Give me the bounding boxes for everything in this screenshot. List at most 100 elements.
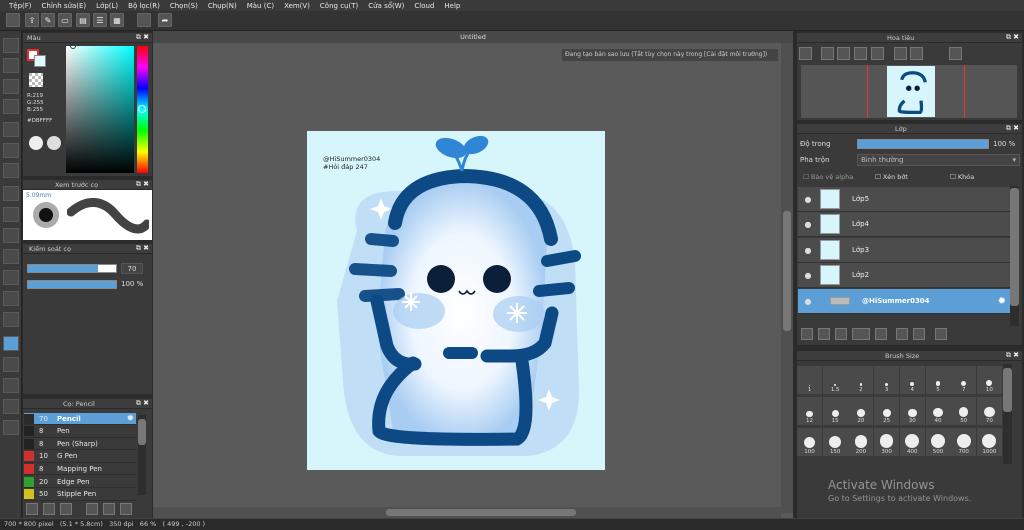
actual-size-icon[interactable]	[854, 47, 867, 60]
brush-size-cell[interactable]: 300	[874, 428, 900, 456]
grid-icon[interactable]: ▦	[110, 13, 124, 27]
brush-size-value[interactable]: 70	[121, 263, 143, 274]
menu-item[interactable]: Bộ lọc(R)	[123, 2, 165, 10]
eye-icon[interactable]: ●	[798, 220, 818, 229]
canvas-vscroll[interactable]	[781, 43, 793, 513]
palette-icon[interactable]	[29, 136, 43, 150]
brush-size-cell[interactable]: 1.5	[822, 366, 848, 394]
brush-settings-icon[interactable]	[26, 503, 38, 515]
brush-size-cell[interactable]: 15	[822, 397, 848, 425]
menu-item[interactable]: Lớp(L)	[91, 2, 123, 10]
layer-dropdown-icon[interactable]	[852, 328, 870, 340]
gear-icon[interactable]: ✹	[998, 296, 1006, 307]
trash-icon[interactable]	[935, 328, 947, 340]
folder-icon[interactable]	[86, 503, 98, 515]
folder-icon[interactable]	[875, 328, 887, 340]
brush-item[interactable]: 8 Pen	[24, 426, 136, 438]
brush-item[interactable]: 8 Mapping Pen	[24, 463, 136, 476]
flip-icon[interactable]	[949, 47, 962, 60]
share-icon[interactable]: ⇪	[25, 13, 39, 27]
menu-item[interactable]: Công cụ(T)	[315, 2, 363, 10]
tool-button[interactable]	[3, 336, 19, 351]
rotate-right-icon[interactable]	[910, 47, 923, 60]
menu-item[interactable]: Chụp(N)	[203, 2, 242, 10]
brush-size-cell[interactable]: 1000	[976, 428, 1002, 456]
brush-size-cell[interactable]: 3	[874, 366, 900, 394]
tool-button[interactable]	[3, 58, 19, 73]
eye-icon[interactable]: ●	[798, 297, 818, 306]
rotate-left-icon[interactable]	[894, 47, 907, 60]
color-field[interactable]	[66, 46, 134, 173]
clip-checkbox[interactable]: ☐ Xén bớt	[875, 173, 908, 181]
layer-opacity-slider[interactable]	[857, 139, 989, 149]
lock-checkbox[interactable]: ☐ Khóa	[950, 173, 974, 181]
new-icon[interactable]	[6, 13, 20, 27]
layer-row[interactable]: ● Lớp4	[798, 212, 1010, 237]
redo-icon[interactable]: ➦	[158, 13, 172, 27]
hue-handle[interactable]	[138, 105, 146, 113]
new-layer-icon[interactable]	[835, 328, 847, 340]
menu-item[interactable]: Chỉnh sửa(E)	[37, 2, 92, 10]
brush-size-cell[interactable]: 7	[951, 366, 977, 394]
tool-button[interactable]	[3, 420, 19, 435]
load-brush-icon[interactable]	[60, 503, 72, 515]
tool-button[interactable]	[3, 228, 19, 243]
tool-button[interactable]	[3, 249, 19, 264]
menu-item[interactable]: Cửa sổ(W)	[363, 2, 409, 10]
brush-size-cell[interactable]: 2	[848, 366, 874, 394]
eye-icon[interactable]: ●	[798, 195, 818, 204]
tool-button[interactable]	[3, 207, 19, 222]
panel-close-icon[interactable]: ⧉ ✖	[136, 180, 149, 189]
tool-button[interactable]	[3, 312, 19, 327]
brush-size-cell[interactable]: 400	[899, 428, 925, 456]
zoom-in-icon[interactable]	[821, 47, 834, 60]
new-layer-icon[interactable]	[818, 328, 830, 340]
tool-button[interactable]	[3, 399, 19, 414]
duplicate-brush-icon[interactable]	[120, 503, 132, 515]
brush-item[interactable]: 10 G Pen	[24, 451, 136, 463]
brush-opacity-slider[interactable]	[27, 280, 117, 289]
tool-button[interactable]	[3, 79, 19, 94]
brush-list-scrollbar[interactable]	[138, 415, 146, 495]
brush-size-cell[interactable]: 100	[797, 428, 822, 456]
doc-icon[interactable]: ▤	[76, 13, 90, 27]
brush-size-cell[interactable]: 20	[848, 397, 874, 425]
tool-button[interactable]	[3, 357, 19, 372]
tool-button[interactable]	[3, 291, 19, 306]
fit-icon[interactable]	[837, 47, 850, 60]
gear-icon[interactable]: ✹	[126, 414, 134, 424]
brush-size-cell[interactable]: 500	[925, 428, 951, 456]
copy-brush-icon[interactable]	[103, 503, 115, 515]
brush-size-cell[interactable]: 70	[976, 397, 1002, 425]
tool-button[interactable]	[3, 99, 19, 114]
layer-row[interactable]: ● Lớp5	[798, 187, 1010, 212]
brush-size-cell[interactable]: 200	[848, 428, 874, 456]
brush-size-scrollbar[interactable]	[1003, 364, 1012, 464]
brush-size-cell[interactable]: 10	[976, 366, 1002, 394]
layers-scrollbar[interactable]	[1010, 186, 1019, 326]
tool-button[interactable]	[3, 143, 19, 158]
brush-size-cell[interactable]: 700	[951, 428, 977, 456]
zoom-in-icon[interactable]	[799, 47, 812, 60]
brush-size-cell[interactable]: 40	[925, 397, 951, 425]
tool-button[interactable]	[3, 270, 19, 285]
tool-button[interactable]	[3, 38, 19, 53]
blank-button[interactable]	[137, 13, 151, 27]
copy-layer-icon[interactable]	[896, 328, 908, 340]
panel-close-icon[interactable]: ⧉ ✖	[1006, 124, 1019, 133]
menu-item[interactable]: Chọn(S)	[165, 2, 203, 10]
brush-item[interactable]: 8 Pen (Sharp)	[24, 438, 136, 451]
navigator-preview[interactable]	[801, 65, 1017, 118]
panel-close-icon[interactable]: ⧉ ✖	[1006, 33, 1019, 42]
brush-size-cell[interactable]: 5	[925, 366, 951, 394]
brush-item[interactable]: 50 Stipple Pen	[24, 489, 136, 501]
eye-icon[interactable]: ●	[798, 271, 818, 280]
panel-close-icon[interactable]: ⧉ ✖	[136, 33, 149, 42]
layer-row[interactable]: ● Lớp3	[798, 238, 1010, 263]
eye-icon[interactable]: ●	[798, 246, 818, 255]
canvas-tab[interactable]: Untitled	[153, 31, 793, 43]
menu-item[interactable]: Tệp(F)	[4, 2, 37, 10]
new-layer-icon[interactable]	[801, 328, 813, 340]
brush-size-cell[interactable]: 12	[797, 397, 822, 425]
color-picker-handle[interactable]	[70, 43, 76, 49]
